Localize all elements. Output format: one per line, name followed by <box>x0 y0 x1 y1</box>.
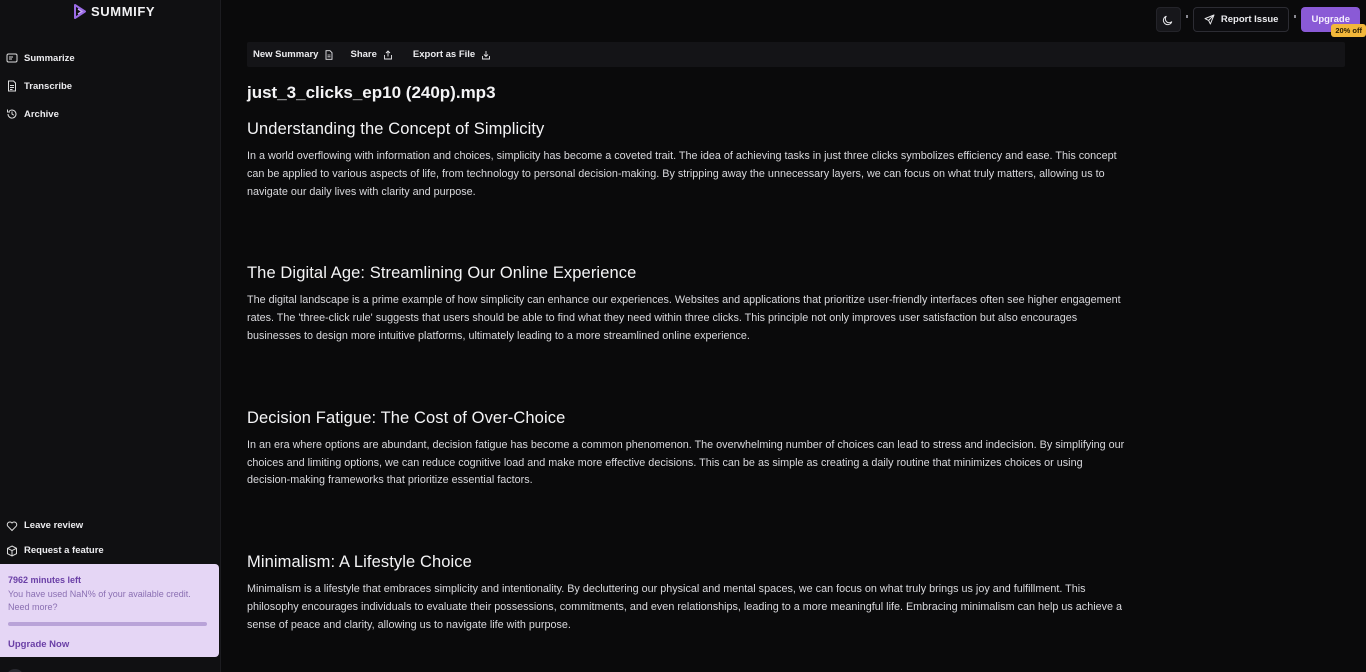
section-body: Minimalism is a lifestyle that embraces … <box>247 583 1123 631</box>
divider <box>1294 15 1297 18</box>
sidebar-nav: Summarize Transcribe Archive <box>0 44 221 128</box>
report-issue-label: Report Issue <box>1220 14 1279 25</box>
moon-icon <box>1163 15 1173 25</box>
new-summary-label: New Summary <box>253 49 319 60</box>
section-heading: Decision Fatigue: The Cost of Over-Choic… <box>247 408 566 427</box>
summary-content: just_3_clicks_ep10 (240p).mp3 Understand… <box>247 82 1127 635</box>
brand-name: SUMMIFY <box>91 3 156 19</box>
sidebar-item-summarize[interactable]: Summarize <box>0 44 221 72</box>
document-icon <box>326 49 333 60</box>
share-label: Share <box>350 49 377 60</box>
request-feature-link[interactable]: Request a feature <box>0 538 221 563</box>
archive-icon <box>7 109 17 119</box>
upgrade-wrap: Upgrade 20% off <box>1301 7 1366 37</box>
transcribe-icon <box>8 80 16 92</box>
credits-card: 7962 minutes left You have used NaN% of … <box>0 564 219 657</box>
sidebar-item-label: Transcribe <box>24 80 73 92</box>
download-icon <box>482 50 491 59</box>
sidebar: SUMMIFY Summarize Transcribe Archive Lea… <box>0 0 221 672</box>
leave-review-label: Leave review <box>24 520 84 531</box>
theme-toggle-button[interactable] <box>1155 7 1181 32</box>
section-heading: Understanding the Concept of Simplicity <box>247 120 545 138</box>
leave-review-link[interactable]: Leave review <box>0 513 221 538</box>
box-icon <box>7 544 17 557</box>
export-label: Export as File <box>412 49 476 60</box>
summary-section: Understanding the Concept of Simplicity … <box>247 118 1127 201</box>
credit-usage-text: You have used NaN% of your available cre… <box>8 589 191 612</box>
sidebar-item-archive[interactable]: Archive <box>0 100 221 128</box>
summary-section: Minimalism: A Lifestyle Choice Minimalis… <box>247 551 1127 634</box>
summarize-icon <box>6 53 18 63</box>
user-profile[interactable] <box>0 662 221 672</box>
section-body: The digital landscape is a prime example… <box>247 294 1121 342</box>
logo-icon <box>74 3 86 19</box>
sidebar-item-transcribe[interactable]: Transcribe <box>0 72 221 100</box>
discount-badge: 20% off <box>1331 24 1366 37</box>
section-body: In an era where options are abundant, de… <box>247 438 1125 487</box>
summary-section: Decision Fatigue: The Cost of Over-Choic… <box>247 407 1127 490</box>
share-button[interactable]: Share <box>350 49 392 60</box>
file-title: just_3_clicks_ep10 (240p).mp3 <box>247 83 496 102</box>
share-icon <box>383 49 392 59</box>
minutes-left: 7962 minutes left <box>8 575 82 585</box>
export-button[interactable]: Export as File <box>413 49 491 60</box>
upgrade-now-link[interactable]: Upgrade Now <box>8 639 69 650</box>
sidebar-item-label: Summarize <box>24 52 75 64</box>
request-feature-label: Request a feature <box>24 545 104 556</box>
section-heading: Minimalism: A Lifestyle Choice <box>247 553 472 572</box>
brand-logo[interactable]: SUMMIFY <box>73 3 155 19</box>
send-icon <box>1204 14 1215 25</box>
summary-section: The Digital Age: Streamlining Our Online… <box>247 262 1127 345</box>
new-summary-button[interactable]: New Summary <box>253 49 334 60</box>
summary-toolbar: New Summary Share Export as File <box>247 42 1345 67</box>
sidebar-item-label: Archive <box>24 108 59 120</box>
divider <box>1185 15 1188 18</box>
credit-progress-bar <box>8 622 207 626</box>
app-root: SUMMIFY Summarize Transcribe Archive Lea… <box>0 0 1366 672</box>
section-body: In a world overflowing with information … <box>247 150 1117 198</box>
sidebar-bottom-links: Leave review Request a feature <box>0 513 221 563</box>
heart-icon <box>6 520 18 531</box>
report-issue-button[interactable]: Report Issue <box>1192 7 1290 32</box>
section-heading: The Digital Age: Streamlining Our Online… <box>247 264 637 283</box>
header-controls: Report Issue Upgrade 20% off <box>1155 7 1366 37</box>
